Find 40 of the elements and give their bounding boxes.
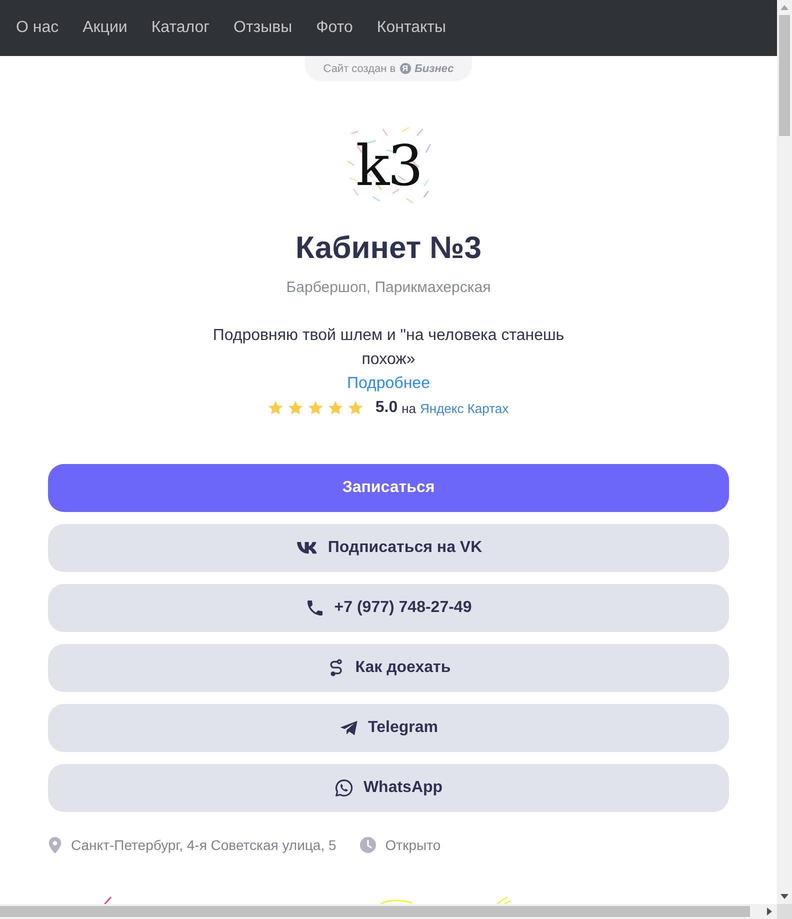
- opening-status: Открыто: [385, 836, 441, 855]
- maps-link[interactable]: Яндекс Картах: [420, 400, 509, 416]
- address-text: Санкт-Петербург, 4-я Советская улица, 5: [71, 836, 336, 855]
- nav-link[interactable]: Отзывы: [234, 19, 292, 37]
- nav-link[interactable]: Контакты: [376, 19, 446, 37]
- nav-link[interactable]: Фото: [316, 19, 353, 37]
- brand-logo: Я: [400, 63, 411, 74]
- contact-button[interactable]: Telegram: [48, 704, 729, 752]
- logo-text: k3: [356, 139, 422, 195]
- badge-text: Сайт создан в: [323, 62, 396, 74]
- vk-logo-icon: [294, 540, 319, 556]
- contact-button[interactable]: Как доехать: [48, 644, 729, 692]
- squiggle-drawing: [102, 896, 112, 904]
- scrollbar-thumb[interactable]: [0, 906, 750, 917]
- scrollbar-corner: [777, 904, 792, 919]
- scrollbar-thumb[interactable]: [779, 15, 790, 136]
- book-button[interactable]: Записаться: [48, 464, 729, 512]
- nav-link[interactable]: О нас: [16, 19, 59, 37]
- squiggle-drawing: [494, 896, 512, 904]
- phone-icon: [305, 598, 326, 618]
- contact-button[interactable]: Подписаться на VK: [48, 524, 729, 572]
- star-icon: [268, 401, 284, 415]
- business-title: Кабинет №3: [296, 229, 482, 267]
- nav-link[interactable]: Акции: [82, 19, 128, 37]
- star-icon: [348, 401, 364, 415]
- contact-button[interactable]: +7 (977) 748-27-49: [48, 584, 729, 632]
- rating-preposition: на: [402, 400, 416, 416]
- paper-plane-icon: [339, 718, 360, 738]
- contact-button[interactable]: WhatsApp: [48, 764, 729, 812]
- business-description: Подровняю твой шлем и "на человека станешь похож»: [212, 326, 566, 370]
- location-pin-icon: [48, 836, 62, 854]
- star-icon: [328, 401, 344, 415]
- star-icon: [288, 401, 304, 415]
- star-icon: [308, 401, 324, 415]
- brand-name: Бизнес: [414, 62, 454, 74]
- clock-icon: [360, 837, 376, 853]
- nav-link[interactable]: Каталог: [151, 19, 210, 37]
- rating-score: 5.0: [375, 399, 398, 417]
- whatsapp-icon: [334, 778, 354, 798]
- business-category: Барбершоп, Парикмахерская: [286, 278, 491, 298]
